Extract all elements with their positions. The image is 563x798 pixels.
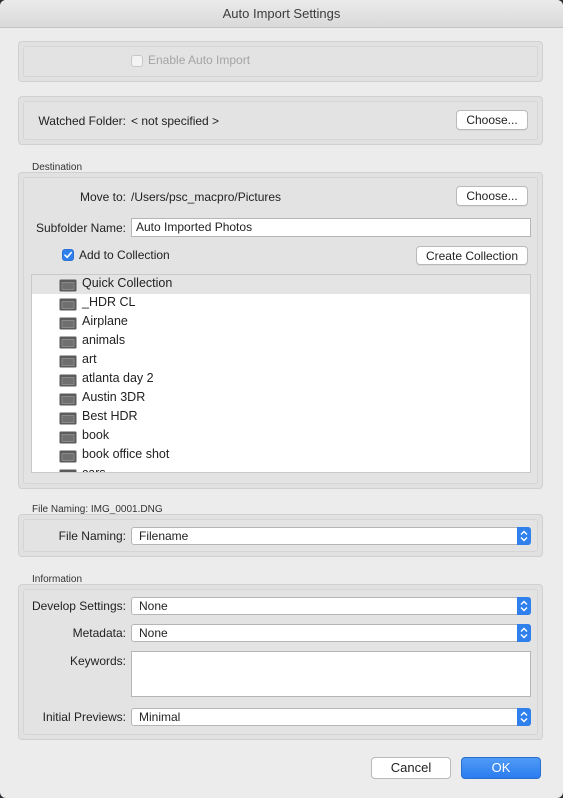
- collection-list-item-label: Airplane: [82, 314, 128, 328]
- file-naming-value: Filename: [139, 529, 189, 543]
- collection-list-item-label: Best HDR: [82, 409, 138, 423]
- collection-list-item[interactable]: Austin 3DR: [32, 389, 530, 408]
- develop-settings-select[interactable]: None: [131, 597, 531, 615]
- file-naming-select[interactable]: Filename: [131, 527, 531, 545]
- keywords-textarea[interactable]: [131, 651, 531, 697]
- collection-list-item[interactable]: Best HDR: [32, 408, 530, 427]
- initial-previews-select[interactable]: Minimal: [131, 708, 531, 726]
- collection-set-icon: [59, 431, 77, 444]
- metadata-label: Metadata:: [72, 626, 126, 640]
- collection-list-item-label: book: [82, 428, 110, 442]
- add-to-collection-label: Add to Collection: [79, 248, 170, 262]
- collection-set-icon: [59, 450, 77, 463]
- collection-list-item-label: cars: [82, 466, 106, 473]
- develop-settings-label: Develop Settings:: [31, 599, 126, 613]
- subfolder-name-label: Subfolder Name:: [35, 221, 126, 235]
- auto-import-inner: [23, 46, 538, 77]
- enable-auto-import-label: Enable Auto Import: [148, 53, 251, 67]
- develop-settings-value: None: [139, 599, 168, 613]
- chevron-updown-icon: [517, 597, 531, 615]
- cancel-button[interactable]: Cancel: [371, 757, 451, 779]
- collection-list-item[interactable]: Quick Collection: [32, 275, 530, 294]
- ok-button[interactable]: OK: [461, 757, 541, 779]
- collection-list-item[interactable]: Airplane: [32, 313, 530, 332]
- collection-list-item-label: _HDR CL: [82, 295, 136, 309]
- initial-previews-value: Minimal: [139, 710, 181, 724]
- window-title: Auto Import Settings: [0, 0, 563, 28]
- collection-list-item-label: Austin 3DR: [82, 390, 146, 404]
- collection-set-icon: [59, 317, 77, 330]
- create-collection-button[interactable]: Create Collection: [416, 246, 528, 265]
- auto-import-group: [18, 41, 543, 82]
- collection-list-item-label: Quick Collection: [82, 276, 173, 290]
- checkmark-icon: [64, 251, 72, 259]
- collection-set-icon: [59, 469, 77, 472]
- collection-set-icon: [59, 393, 77, 406]
- collection-list-item-label: atlanta day 2: [82, 371, 154, 385]
- collection-set-icon: [59, 336, 77, 349]
- collection-list-item-label: art: [82, 352, 97, 366]
- collection-list-item[interactable]: atlanta day 2: [32, 370, 530, 389]
- destination-choose-button[interactable]: Choose...: [456, 186, 528, 206]
- watched-folder-choose-button[interactable]: Choose...: [456, 110, 528, 130]
- collection-list-item-label: book office shot: [82, 447, 170, 461]
- dialog-window: Auto Import Settings Enable Auto Import …: [0, 0, 563, 798]
- initial-previews-label: Initial Previews:: [42, 710, 126, 724]
- collection-set-icon: [59, 374, 77, 387]
- collection-list[interactable]: Quick Collection _HDR CL Airplane animals ar…: [31, 274, 531, 473]
- collection-list-item-label: animals: [82, 333, 126, 347]
- collection-set-icon: [59, 412, 77, 425]
- enable-auto-import-checkbox[interactable]: [131, 55, 143, 67]
- keywords-label: Keywords:: [69, 654, 126, 668]
- file-naming-label: File Naming:: [58, 529, 126, 543]
- watched-folder-label: Watched Folder:: [38, 114, 126, 128]
- watched-folder-value: < not specified >: [131, 114, 220, 128]
- chevron-updown-icon: [517, 527, 531, 545]
- metadata-select[interactable]: None: [131, 624, 531, 642]
- collection-list-item[interactable]: animals: [32, 332, 530, 351]
- collection-list-item[interactable]: book office shot: [32, 446, 530, 465]
- move-to-label: Move to:: [79, 190, 126, 204]
- collection-set-icon: [59, 355, 77, 368]
- chevron-updown-icon: [517, 708, 531, 726]
- collection-list-item[interactable]: _HDR CL: [32, 294, 530, 313]
- collection-list-item[interactable]: art: [32, 351, 530, 370]
- subfolder-name-input[interactable]: Auto Imported Photos: [131, 218, 531, 237]
- metadata-value: None: [139, 626, 168, 640]
- collection-list-item[interactable]: cars: [32, 465, 530, 473]
- collection-list-item[interactable]: book: [32, 427, 530, 446]
- collection-set-icon: [59, 279, 77, 292]
- chevron-updown-icon: [517, 624, 531, 642]
- add-to-collection-checkbox[interactable]: [62, 249, 74, 261]
- collection-set-icon: [59, 298, 77, 311]
- move-to-path: /Users/psc_macpro/Pictures: [131, 190, 282, 204]
